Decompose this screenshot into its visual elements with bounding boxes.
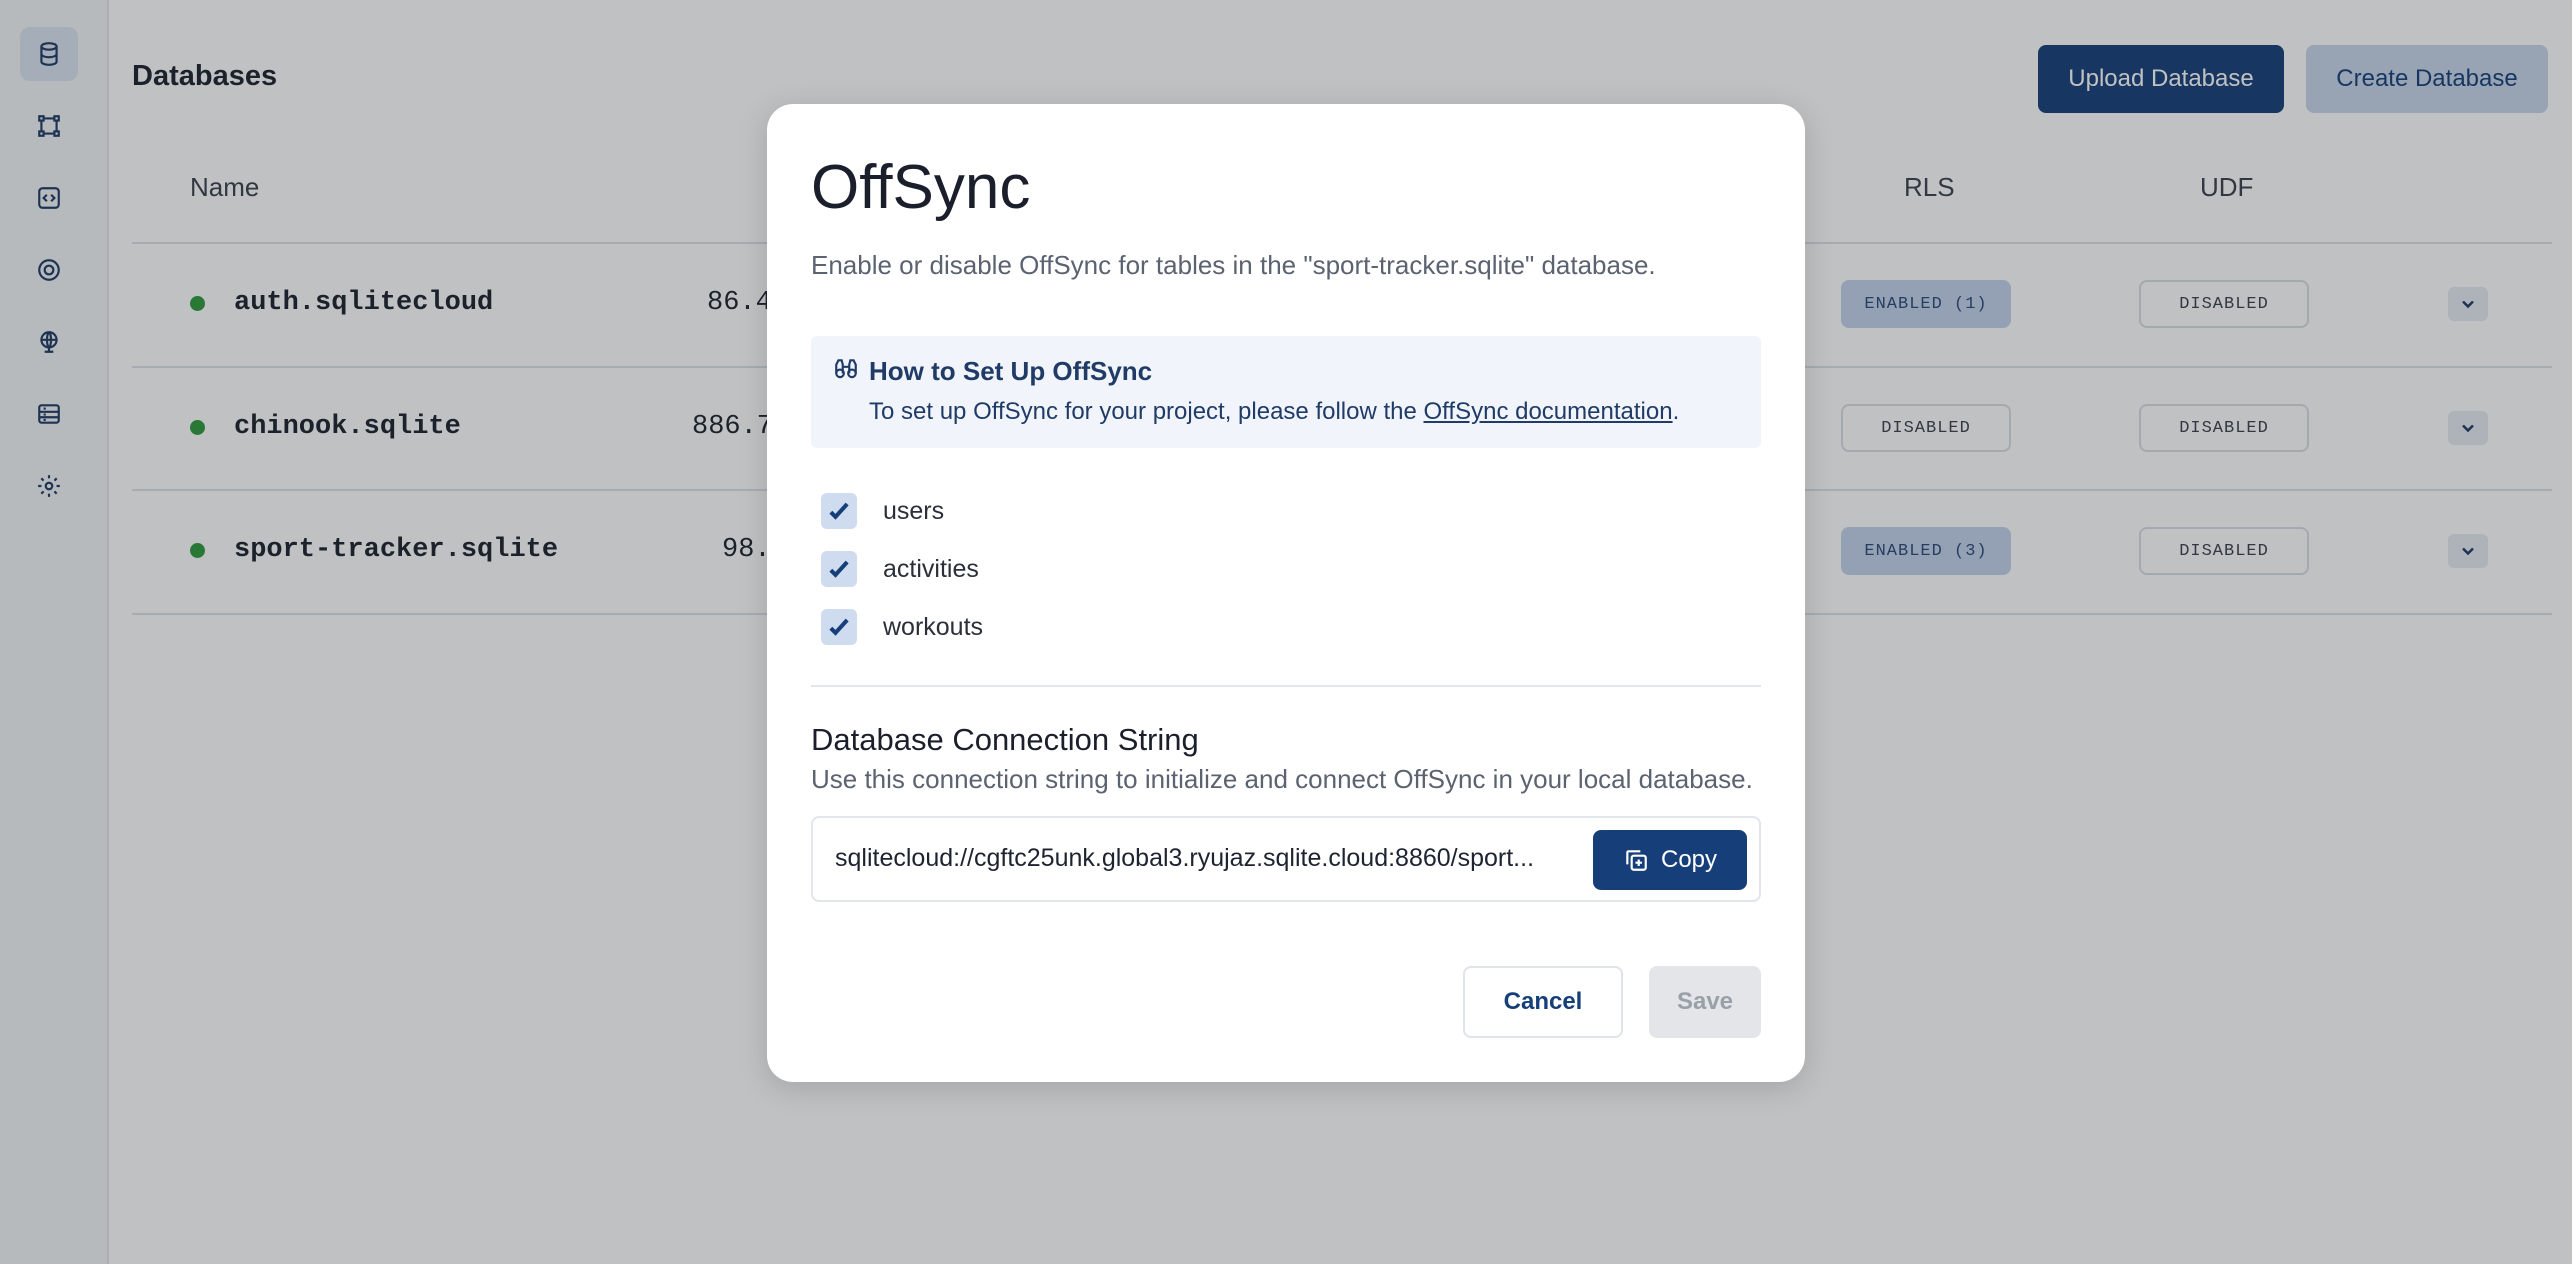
checkbox[interactable] <box>821 609 857 645</box>
modal-title: OffSync <box>811 153 1031 222</box>
modal-subtitle: Enable or disable OffSync for tables in … <box>811 250 1656 280</box>
info-title: How to Set Up OffSync <box>869 356 1153 386</box>
checkbox-label[interactable]: workouts <box>883 613 983 642</box>
offsync-dialog: OffSync Enable or disable OffSync for ta… <box>767 104 1805 1082</box>
cancel-button[interactable]: Cancel <box>1463 966 1623 1038</box>
checkbox-label[interactable]: activities <box>883 555 979 584</box>
connection-string-title: Database Connection String <box>811 722 1199 757</box>
table-checkbox-row[interactable]: users <box>821 493 944 529</box>
check-icon <box>829 560 849 578</box>
connection-string-subtitle: Use this connection string to initialize… <box>811 764 1753 794</box>
section-divider <box>811 685 1761 687</box>
save-button[interactable]: Save <box>1649 966 1761 1038</box>
info-text: To set up OffSync for your project, plea… <box>869 398 1679 426</box>
connection-string-field[interactable]: sqlitecloud://cgftc25unk.global3.ryujaz.… <box>811 816 1761 902</box>
checkbox[interactable] <box>821 551 857 587</box>
check-icon <box>829 502 849 520</box>
info-text-after: . <box>1672 398 1680 425</box>
checkbox[interactable] <box>821 493 857 529</box>
checkbox-label[interactable]: users <box>883 497 944 526</box>
offsync-documentation-link[interactable]: OffSync documentation <box>1424 398 1673 425</box>
binoculars-icon <box>833 356 859 382</box>
table-checkbox-row[interactable]: workouts <box>821 609 983 645</box>
copy-icon <box>1626 850 1647 871</box>
copy-button[interactable]: Copy <box>1593 830 1747 890</box>
copy-button-label: Copy <box>1660 846 1718 873</box>
setup-info-box: How to Set Up OffSync To set up OffSync … <box>811 336 1761 448</box>
check-icon <box>829 618 849 636</box>
connection-string-value[interactable]: sqlitecloud://cgftc25unk.global3.ryujaz.… <box>835 844 1575 873</box>
info-text-before: To set up OffSync for your project, plea… <box>869 398 1424 425</box>
table-checkbox-row[interactable]: activities <box>821 551 979 587</box>
